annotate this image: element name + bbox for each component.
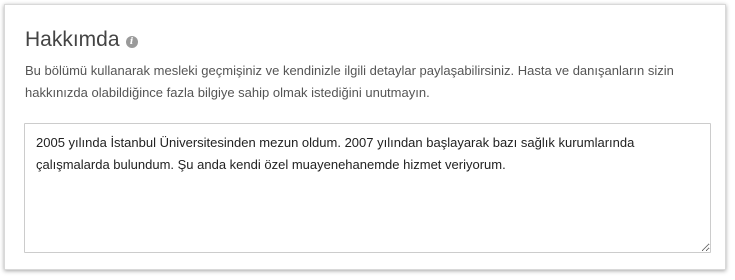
info-icon[interactable] <box>125 35 138 48</box>
about-textarea[interactable]: 2005 yılında İstanbul Üniversitesinden m… <box>24 123 711 253</box>
about-card: Hakkımda Bu bölümü kullanarak mesleki ge… <box>4 4 726 270</box>
section-description: Bu bölümü kullanarak mesleki geçmişiniz … <box>25 63 674 100</box>
title-row: Hakkımda <box>25 27 138 53</box>
section-title: Hakkımda <box>25 28 120 51</box>
about-textarea-wrapper: 2005 yılında İstanbul Üniversitesinden m… <box>24 123 711 253</box>
